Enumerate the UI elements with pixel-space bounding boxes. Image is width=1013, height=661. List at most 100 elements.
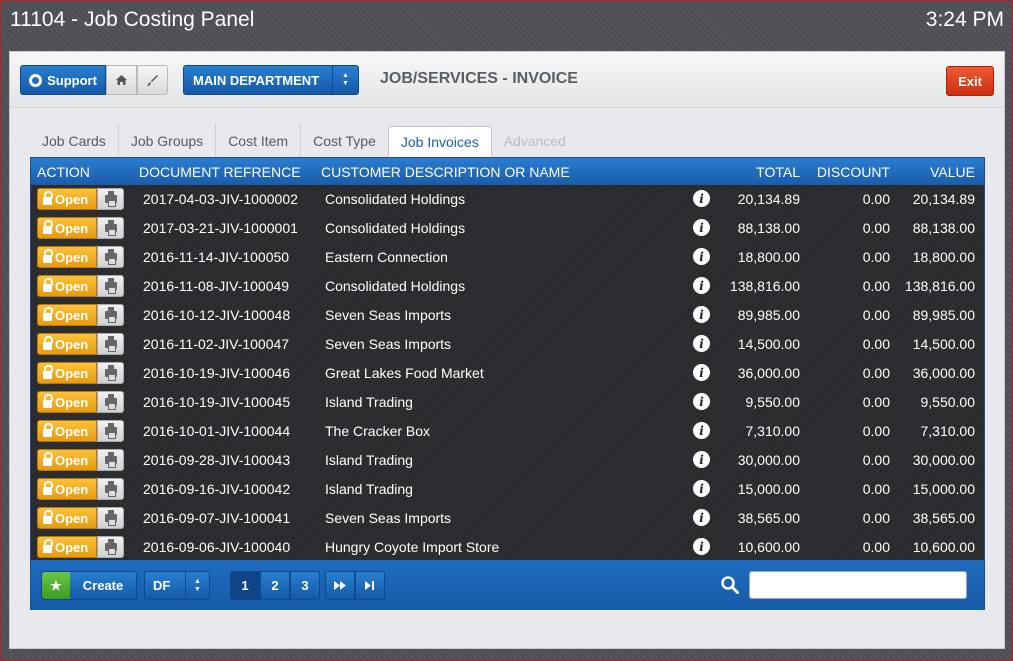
brush-button[interactable]: [137, 65, 168, 95]
lock-icon: [43, 422, 53, 437]
total-amount: 18,800.00: [737, 249, 800, 265]
info-icon[interactable]: i: [693, 393, 710, 410]
open-button[interactable]: Open: [37, 275, 97, 297]
page-1-button[interactable]: 1: [230, 571, 260, 600]
tab-cost-type[interactable]: Cost Type: [301, 124, 388, 157]
value-amount: 88,138.00: [912, 220, 975, 236]
clock: 3:24 PM: [925, 8, 1004, 31]
total-amount: 30,000.00: [737, 452, 800, 468]
info-icon[interactable]: i: [693, 248, 710, 265]
open-button[interactable]: Open: [37, 507, 97, 529]
exit-button[interactable]: Exit: [946, 66, 994, 96]
print-button[interactable]: [97, 188, 124, 210]
print-button[interactable]: [97, 478, 124, 500]
print-button[interactable]: [97, 449, 124, 471]
tab-job-invoices[interactable]: Job Invoices: [387, 126, 492, 157]
last-page-button[interactable]: [355, 571, 385, 600]
table-row: Open 2017-04-03-JIV-1000002 Consolidated…: [31, 185, 984, 214]
support-button[interactable]: Support: [20, 65, 106, 95]
customer-name: Great Lakes Food Market: [325, 365, 484, 381]
discount-amount: 0.00: [862, 394, 890, 410]
info-icon[interactable]: i: [693, 538, 710, 555]
value-amount: 15,000.00: [912, 481, 975, 497]
print-button[interactable]: [97, 275, 124, 297]
total-amount: 38,565.00: [737, 510, 800, 526]
info-icon[interactable]: i: [693, 335, 710, 352]
header-value[interactable]: VALUE: [930, 164, 975, 180]
print-button[interactable]: [97, 217, 124, 239]
info-icon[interactable]: i: [693, 219, 710, 236]
print-button[interactable]: [97, 304, 124, 326]
open-button[interactable]: Open: [37, 217, 97, 239]
print-button[interactable]: [97, 536, 124, 558]
lock-icon: [43, 277, 53, 292]
open-button[interactable]: Open: [37, 246, 97, 268]
open-button[interactable]: Open: [37, 478, 97, 500]
info-icon[interactable]: i: [693, 509, 710, 526]
tab-job-groups[interactable]: Job Groups: [119, 124, 217, 157]
tab-job-cards[interactable]: Job Cards: [30, 124, 119, 157]
print-button[interactable]: [97, 333, 124, 355]
print-button[interactable]: [97, 362, 124, 384]
discount-amount: 0.00: [862, 365, 890, 381]
department-select[interactable]: MAIN DEPARTMENT ▲ ▼: [183, 65, 359, 95]
document-reference: 2016-10-19-JIV-100046: [143, 365, 291, 381]
open-button[interactable]: Open: [37, 188, 97, 210]
open-label: Open: [55, 278, 89, 294]
document-reference: 2017-03-21-JIV-1000001: [143, 220, 298, 236]
open-label: Open: [55, 220, 89, 236]
lock-icon: [43, 219, 53, 234]
open-label: Open: [55, 394, 89, 410]
info-icon[interactable]: i: [693, 451, 710, 468]
print-button[interactable]: [97, 420, 124, 442]
info-icon[interactable]: i: [693, 364, 710, 381]
info-icon[interactable]: i: [693, 190, 710, 207]
print-button[interactable]: [97, 391, 124, 413]
print-button[interactable]: [97, 507, 124, 529]
info-icon[interactable]: i: [693, 277, 710, 294]
open-label: Open: [55, 423, 89, 439]
discount-amount: 0.00: [862, 539, 890, 555]
header-action[interactable]: ACTION: [37, 164, 90, 180]
header-total[interactable]: TOTAL: [756, 164, 800, 180]
value-amount: 7,310.00: [920, 423, 976, 439]
open-button[interactable]: Open: [37, 333, 97, 355]
toolbar: Support MAIN DEPARTMENT ▲ ▼ JOB/SERVICES …: [10, 52, 1004, 108]
create-button[interactable]: ★ Create: [41, 571, 137, 600]
next-page-button[interactable]: [325, 571, 355, 600]
header-document[interactable]: DOCUMENT REFRENCE: [139, 164, 301, 180]
total-amount: 7,310.00: [745, 423, 801, 439]
tab-bar: Job Cards Job Groups Cost Item Cost Type…: [30, 124, 578, 157]
print-button[interactable]: [97, 246, 124, 268]
page-2-button[interactable]: 2: [260, 571, 290, 600]
format-select[interactable]: DF ▲ ▼: [144, 571, 210, 600]
tab-cost-item[interactable]: Cost Item: [216, 124, 302, 157]
printer-icon: [104, 220, 117, 236]
table-row: Open 2016-11-02-JIV-100047 Seven Seas Im…: [31, 330, 984, 359]
home-button[interactable]: [106, 65, 137, 95]
header-discount[interactable]: DISCOUNT: [817, 164, 890, 180]
open-label: Open: [55, 307, 89, 323]
search-input[interactable]: [749, 571, 967, 599]
open-button[interactable]: Open: [37, 362, 97, 384]
table-row: Open 2016-09-06-JIV-100040 Hungry Coyote…: [31, 533, 984, 562]
open-button[interactable]: Open: [37, 304, 97, 326]
search-icon[interactable]: [721, 576, 739, 594]
customer-name: Seven Seas Imports: [325, 307, 452, 323]
header-customer[interactable]: CUSTOMER DESCRIPTION OR NAME: [321, 164, 570, 180]
open-label: Open: [55, 452, 89, 468]
open-button[interactable]: Open: [37, 391, 97, 413]
open-button[interactable]: Open: [37, 536, 97, 558]
open-button[interactable]: Open: [37, 420, 97, 442]
total-amount: 9,550.00: [745, 394, 801, 410]
info-icon[interactable]: i: [693, 480, 710, 497]
total-amount: 10,600.00: [737, 539, 800, 555]
page-3-button[interactable]: 3: [290, 571, 320, 600]
open-button[interactable]: Open: [37, 449, 97, 471]
info-icon[interactable]: i: [693, 306, 710, 323]
info-icon[interactable]: i: [693, 422, 710, 439]
table-row: Open 2016-11-14-JIV-100050 Eastern Conne…: [31, 243, 984, 272]
discount-amount: 0.00: [862, 481, 890, 497]
printer-icon: [104, 249, 117, 265]
lock-icon: [43, 335, 53, 350]
